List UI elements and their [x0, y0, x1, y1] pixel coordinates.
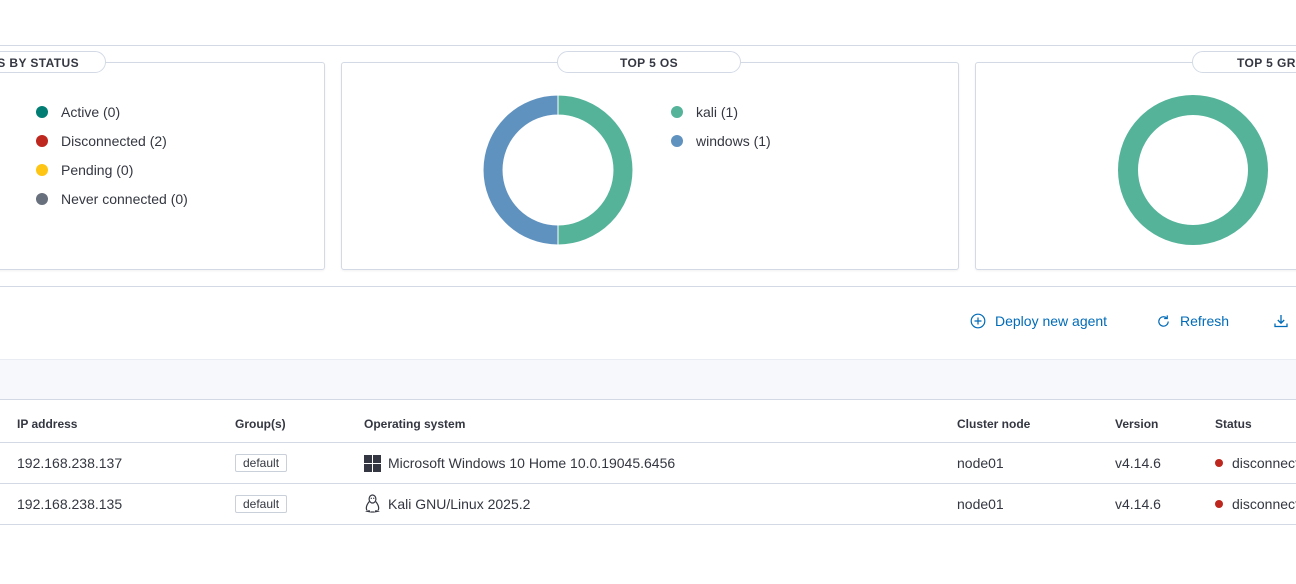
column-header-cluster-node[interactable]: Cluster node	[957, 417, 1030, 431]
cell-status: disconnected	[1215, 494, 1296, 514]
legend-item-active[interactable]: Active (0)	[36, 97, 188, 126]
windows-icon	[364, 454, 381, 472]
os-name: Microsoft Windows 10 Home 10.0.19045.645…	[388, 455, 676, 471]
donut-slice-default[interactable]	[1118, 95, 1268, 245]
table-header-divider	[0, 442, 1296, 443]
header-divider	[0, 45, 1296, 46]
cell-version: v4.14.6	[1115, 455, 1161, 471]
cell-ip: 192.168.238.135	[17, 496, 123, 512]
group-badge[interactable]: default	[235, 454, 288, 472]
os-legend: kali (1) windows (1)	[671, 97, 771, 155]
donut-slice-kali[interactable]	[557, 94, 634, 246]
os-name: Kali GNU/Linux 2025.2	[388, 496, 531, 512]
download-icon	[1274, 315, 1288, 328]
os-panel	[341, 62, 959, 270]
plus-circle-icon	[970, 313, 986, 329]
legend-item-kali[interactable]: kali (1)	[671, 97, 771, 126]
cell-group: default	[235, 453, 288, 473]
legend-label: Pending (0)	[61, 161, 134, 178]
legend-dot	[36, 134, 48, 147]
cell-version: v4.14.6	[1115, 496, 1161, 512]
status-text: disconnected	[1232, 455, 1296, 471]
cell-status: disconnected	[1215, 453, 1296, 473]
refresh-button[interactable]: Refresh	[1156, 313, 1229, 329]
export-button[interactable]	[1273, 313, 1296, 329]
cell-ip: 192.168.238.137	[17, 455, 123, 471]
legend-label: Never connected (0)	[61, 190, 188, 207]
status-dot	[1215, 500, 1223, 508]
legend-item-never-connected[interactable]: Never connected (0)	[36, 184, 188, 213]
linux-icon	[365, 494, 380, 513]
legend-item-pending[interactable]: Pending (0)	[36, 155, 188, 184]
group-badge[interactable]: default	[235, 495, 288, 513]
status-legend: Active (0) Disconnected (2) Pending (0) …	[36, 97, 188, 213]
legend-label: windows (1)	[696, 132, 771, 149]
legend-label: Active (0)	[61, 103, 121, 120]
legend-dot	[671, 134, 683, 147]
status-text: disconnected	[1232, 496, 1296, 512]
legend-dot	[36, 163, 48, 176]
column-header-os[interactable]: Operating system	[364, 417, 465, 431]
legend-dot	[36, 105, 48, 118]
os-panel-title: TOP 5 OS	[557, 51, 741, 73]
column-header-groups[interactable]: Group(s)	[235, 417, 286, 431]
cell-cluster-node: node01	[957, 455, 1004, 471]
legend-item-windows[interactable]: windows (1)	[671, 126, 771, 155]
cell-group: default	[235, 494, 288, 514]
refresh-label: Refresh	[1180, 313, 1230, 329]
column-header-version[interactable]: Version	[1115, 417, 1158, 431]
column-header-ip[interactable]: IP address	[17, 417, 77, 431]
groups-donut-chart	[1118, 95, 1268, 245]
os-donut-chart	[482, 94, 634, 246]
deploy-new-agent-label: Deploy new agent	[995, 313, 1108, 329]
section-divider	[0, 286, 1296, 287]
column-header-status[interactable]: Status	[1215, 417, 1252, 431]
legend-dot	[671, 105, 683, 118]
deploy-new-agent-button[interactable]: Deploy new agent	[970, 313, 1107, 329]
legend-label: Disconnected (2)	[61, 132, 167, 149]
cell-os: Microsoft Windows 10 Home 10.0.19045.645…	[364, 453, 675, 473]
filter-bar[interactable]	[0, 359, 1296, 400]
groups-panel-title: TOP 5 GR	[1192, 51, 1296, 73]
cell-os: Kali GNU/Linux 2025.2	[364, 494, 530, 514]
legend-label: kali (1)	[696, 103, 739, 120]
status-panel-title: S BY STATUS	[0, 51, 106, 73]
row-divider	[0, 524, 1296, 525]
cell-cluster-node: node01	[957, 496, 1004, 512]
status-dot	[1215, 459, 1223, 467]
refresh-icon	[1158, 314, 1169, 327]
donut-slice-windows[interactable]	[482, 94, 559, 246]
row-divider	[0, 483, 1296, 484]
legend-dot	[36, 192, 48, 205]
legend-item-disconnected[interactable]: Disconnected (2)	[36, 126, 188, 155]
